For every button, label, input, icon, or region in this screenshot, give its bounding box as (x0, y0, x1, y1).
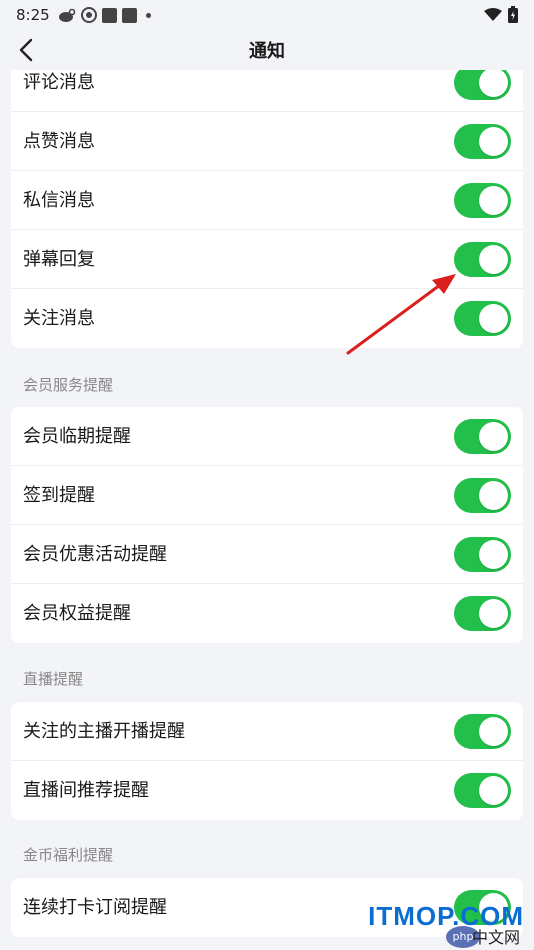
setting-row-membership-benefits[interactable]: 会员权益提醒 (11, 584, 523, 643)
section-title-coin-rewards: 金币福利提醒 (23, 846, 114, 864)
setting-row-follow[interactable]: 关注消息 (11, 289, 523, 348)
toggle-knob (479, 186, 508, 215)
toggle-knob (479, 599, 508, 628)
setting-label: 会员权益提醒 (23, 603, 131, 624)
setting-row-membership-promo[interactable]: 会员优惠活动提醒 (11, 525, 523, 584)
toggle-switch[interactable] (454, 478, 511, 513)
toggle-knob (479, 127, 508, 156)
aperture-icon (80, 7, 97, 23)
toggle-switch[interactable] (454, 596, 511, 631)
toggle-switch[interactable] (454, 70, 511, 100)
live-reminders-card: 关注的主播开播提醒 直播间推荐提醒 (11, 702, 523, 820)
watermark-tag: 中文网 (471, 928, 520, 947)
notification-icons (58, 7, 151, 23)
toggle-knob (479, 481, 508, 510)
setting-row-checkin[interactable]: 签到提醒 (11, 466, 523, 525)
weibo-icon (58, 8, 75, 22)
setting-label: 评论消息 (23, 72, 95, 93)
setting-row-live-room-recommend[interactable]: 直播间推荐提醒 (11, 761, 523, 820)
toggle-knob (479, 245, 508, 274)
setting-row-comment[interactable]: 评论消息 (11, 70, 523, 112)
toggle-knob (479, 776, 508, 805)
status-bar: 8:25 (0, 0, 534, 30)
navigation-header: 通知 (0, 30, 534, 70)
toggle-switch[interactable] (454, 183, 511, 218)
setting-label: 会员临期提醒 (23, 426, 131, 447)
setting-label: 关注消息 (23, 308, 95, 329)
setting-label: 签到提醒 (23, 485, 95, 506)
toggle-knob (479, 70, 508, 97)
status-time: 8:25 (16, 6, 50, 24)
setting-label: 关注的主播开播提醒 (23, 721, 185, 742)
settings-list[interactable]: 评论消息 点赞消息 私信消息 弹幕回复 关注消息 会员服务提醒 会员临期提醒 签… (0, 70, 534, 950)
setting-label: 连续打卡订阅提醒 (23, 897, 167, 918)
toggle-switch[interactable] (454, 773, 511, 808)
toggle-switch[interactable] (454, 419, 511, 454)
setting-row-like[interactable]: 点赞消息 (11, 112, 523, 171)
toggle-switch[interactable] (454, 124, 511, 159)
setting-label: 点赞消息 (23, 131, 95, 152)
toggle-switch[interactable] (454, 242, 511, 277)
message-notifications-card: 评论消息 点赞消息 私信消息 弹幕回复 关注消息 (11, 70, 523, 348)
page-title: 通知 (249, 41, 285, 62)
toggle-switch[interactable] (454, 714, 511, 749)
battery-icon (508, 6, 518, 23)
more-notifications-icon (145, 12, 151, 18)
setting-row-danmaku-reply[interactable]: 弹幕回复 (11, 230, 523, 289)
app-notification-icon (121, 7, 137, 23)
setting-label: 会员优惠活动提醒 (23, 544, 167, 565)
setting-row-followed-streamer-live[interactable]: 关注的主播开播提醒 (11, 702, 523, 761)
setting-row-membership-expiry[interactable]: 会员临期提醒 (11, 407, 523, 466)
setting-label: 直播间推荐提醒 (23, 780, 149, 801)
section-title-live: 直播提醒 (23, 670, 84, 688)
toggle-knob (479, 717, 508, 746)
app-notification-icon (101, 7, 117, 23)
toggle-knob (479, 540, 508, 569)
section-title-membership: 会员服务提醒 (23, 376, 114, 394)
wifi-icon (484, 7, 502, 21)
back-arrow-icon[interactable] (14, 36, 40, 64)
setting-label: 弹幕回复 (23, 249, 95, 270)
toggle-switch[interactable] (454, 537, 511, 572)
toggle-knob (479, 422, 508, 451)
membership-reminders-card: 会员临期提醒 签到提醒 会员优惠活动提醒 会员权益提醒 (11, 407, 523, 643)
toggle-knob (479, 304, 508, 333)
setting-row-private-message[interactable]: 私信消息 (11, 171, 523, 230)
setting-label: 私信消息 (23, 190, 95, 211)
toggle-switch[interactable] (454, 301, 511, 336)
